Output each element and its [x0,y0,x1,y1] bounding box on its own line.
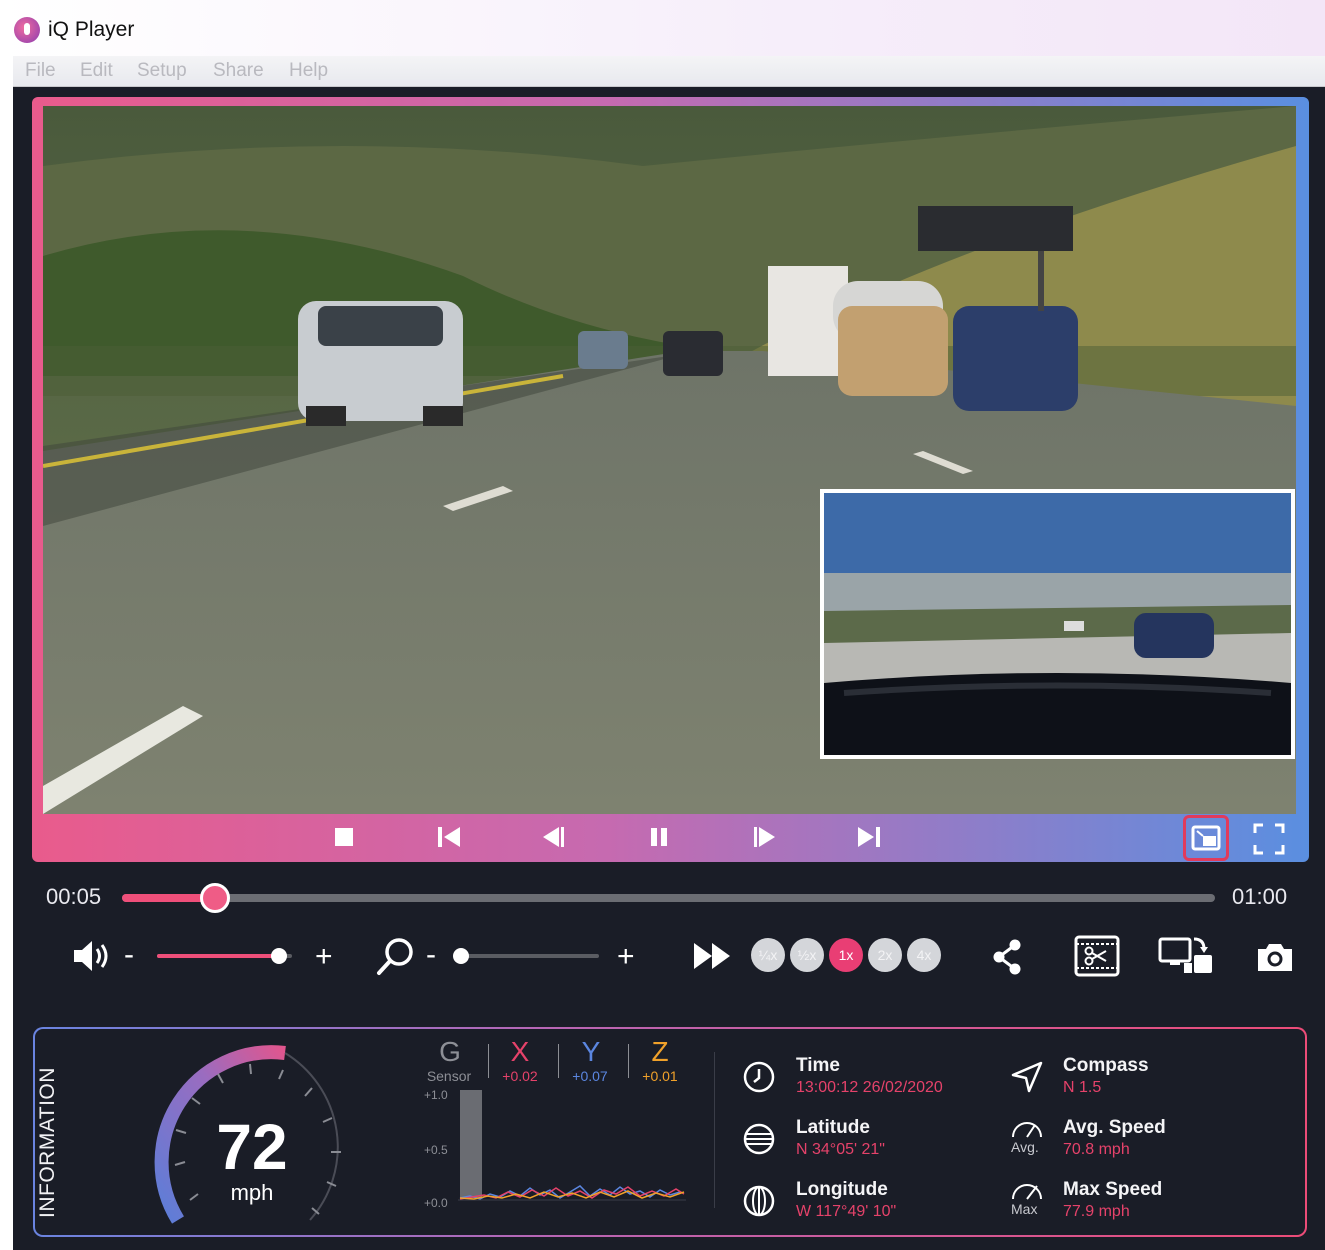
longitude-label: Longitude [796,1179,888,1200]
step-back-icon [543,827,564,847]
zoom-minus[interactable]: - [426,940,436,970]
gsensor-tick: +0.5 [424,1143,448,1157]
pause-button[interactable] [644,822,674,852]
skip-back-icon [438,827,460,847]
fullscreen-icon [1253,823,1285,855]
axis-divider [488,1044,489,1078]
info-divider [714,1052,715,1208]
title-bar: iQ Player [0,0,1325,56]
axis-x-label: X [510,1036,530,1067]
volume-plus[interactable]: + [315,942,333,972]
stop-button[interactable] [329,822,359,852]
volume-fill [157,954,279,958]
max-speed-value: 77.9 mph [1063,1203,1130,1220]
step-forward-button[interactable] [749,822,779,852]
skip-forward-icon [858,827,880,847]
longitude-icon [743,1185,775,1217]
gsensor-playhead [460,1090,482,1198]
longitude-value: W 117°49' 10" [796,1203,897,1220]
stop-icon [335,828,353,846]
step-forward-icon [754,827,775,847]
current-time: 00:05 [46,884,102,909]
axis-z-label: Z [651,1036,669,1067]
skip-forward-button[interactable] [854,822,884,852]
picture-in-picture-button[interactable] [1183,815,1229,861]
rear-camera-view [824,493,1291,755]
axis-z-value: +0.01 [642,1068,678,1084]
menu-edit[interactable]: Edit [80,60,113,82]
gsensor-tick: +1.0 [424,1088,448,1102]
speed-4x[interactable]: 4x [907,938,941,972]
zoom-handle[interactable] [453,948,469,964]
axis-divider [628,1044,629,1078]
rear-camera-pip[interactable] [820,489,1295,759]
speed-quarter[interactable]: ¼x [751,938,785,972]
avg-speed-value: 70.8 mph [1063,1141,1130,1158]
search-icon [377,938,413,975]
skip-back-button[interactable] [434,822,464,852]
time-value: 13:00:12 26/02/2020 [796,1079,943,1096]
menu-share[interactable]: Share [213,60,264,82]
total-time: 01:00 [1232,884,1288,909]
avg-speed-label: Avg. Speed [1063,1117,1166,1138]
fast-forward-button[interactable] [692,940,734,972]
trim-video-icon [1074,935,1120,977]
latitude-icon [743,1123,775,1155]
axis-x-value: +0.02 [502,1068,538,1084]
information-title: INFORMATION [36,1067,59,1218]
zoom-button[interactable] [375,935,417,977]
menu-setup[interactable]: Setup [137,60,187,82]
volume-minus[interactable]: - [124,940,134,970]
trim-video-button[interactable] [1074,935,1120,977]
picture-in-picture-icon [1191,825,1221,851]
max-speed-icon-label: Max [1011,1201,1038,1217]
latitude-label: Latitude [796,1117,870,1138]
switch-camera-icon [1158,937,1212,973]
step-back-button[interactable] [539,822,569,852]
switch-camera-button[interactable] [1158,935,1216,977]
axis-y-value: +0.07 [572,1068,608,1084]
menu-help[interactable]: Help [289,60,328,82]
fullscreen-button[interactable] [1252,822,1286,856]
volume-handle[interactable] [270,948,287,964]
seek-handle[interactable] [199,883,230,913]
volume-button[interactable] [72,938,114,974]
speaker-icon [74,941,108,971]
speed-2x[interactable]: 2x [868,938,902,972]
compass-icon [1011,1061,1043,1093]
max-speed-gauge-icon [1012,1184,1042,1200]
clock-icon [743,1061,775,1093]
avg-speed-icon-label: Avg. [1011,1139,1039,1155]
compass-value: N 1.5 [1063,1079,1102,1096]
zoom-slider[interactable] [453,948,599,964]
window-title: iQ Player [48,18,135,41]
speed-half[interactable]: ½x [790,938,824,972]
time-label: Time [796,1055,841,1076]
volume-slider[interactable] [157,948,292,964]
share-button[interactable] [988,937,1026,977]
share-icon [993,939,1021,975]
gsensor-chart [458,1090,686,1201]
compass-label: Compass [1063,1055,1149,1076]
seek-bar[interactable] [122,883,1215,913]
snapshot-button[interactable] [1255,940,1295,974]
axis-divider [558,1044,559,1078]
zoom-plus[interactable]: + [617,942,635,972]
camera-icon [1258,944,1292,971]
menu-file[interactable]: File [25,60,56,82]
max-speed-label: Max Speed [1063,1179,1163,1200]
speed-value: 72 [216,1111,288,1183]
pause-icon [651,828,667,846]
fast-forward-icon [694,943,730,969]
latitude-value: N 34°05' 21" [796,1141,885,1158]
axis-y-label: Y [581,1036,601,1067]
gsensor-label: G [439,1036,461,1067]
speed-unit: mph [230,1180,274,1205]
avg-speed-gauge-icon [1012,1122,1042,1138]
gsensor-tick: +0.0 [424,1196,448,1210]
menu-bar: File Edit Setup Share Help [13,56,1325,87]
speed-1x[interactable]: 1x [829,938,863,972]
gsensor-sublabel: Sensor [426,1068,472,1084]
app-logo-icon [14,17,40,43]
